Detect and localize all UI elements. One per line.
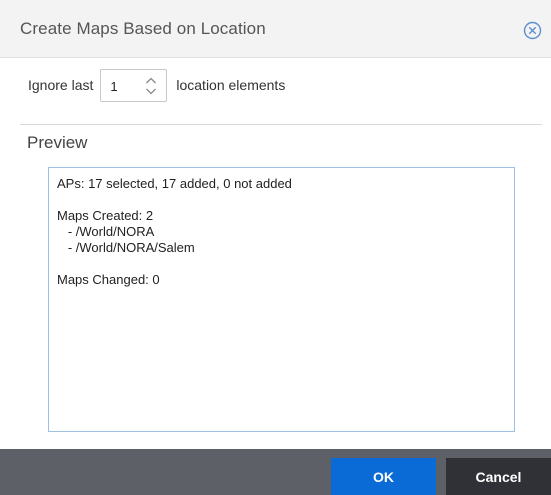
preview-line: - /World/NORA/Salem [57,240,195,255]
cancel-button[interactable]: Cancel [446,458,551,495]
ignore-count-value[interactable]: 1 [110,79,117,94]
ignore-last-row: Ignore last 1 location elements [28,68,285,102]
preview-heading: Preview [27,133,88,152]
ignore-prefix-label: Ignore last [28,77,94,93]
preview-textarea[interactable]: APs: 17 selected, 17 added, 0 not added … [48,167,515,432]
ok-button[interactable]: OK [331,458,436,495]
preview-blank-line [57,256,506,272]
create-maps-dialog: Create Maps Based on Location Ignore las… [0,0,551,495]
stepper-arrows [144,75,158,97]
ignore-suffix-label: location elements [176,77,286,93]
dialog-title: Create Maps Based on Location [20,19,266,38]
preview-blank-line [57,192,506,208]
preview-line: Maps Created: 2 [57,208,154,223]
section-divider [20,124,542,125]
ignore-count-stepper[interactable]: 1 [100,68,168,102]
close-icon[interactable] [523,21,542,40]
chevron-up-icon[interactable] [146,77,157,83]
dialog-titlebar: Create Maps Based on Location [0,0,551,58]
preview-line: APs: 17 selected, 17 added, 0 not added [57,176,292,191]
preview-line: - /World/NORA [57,224,155,239]
preview-line: Maps Changed: 0 [57,272,160,287]
chevron-down-icon[interactable] [146,88,157,94]
